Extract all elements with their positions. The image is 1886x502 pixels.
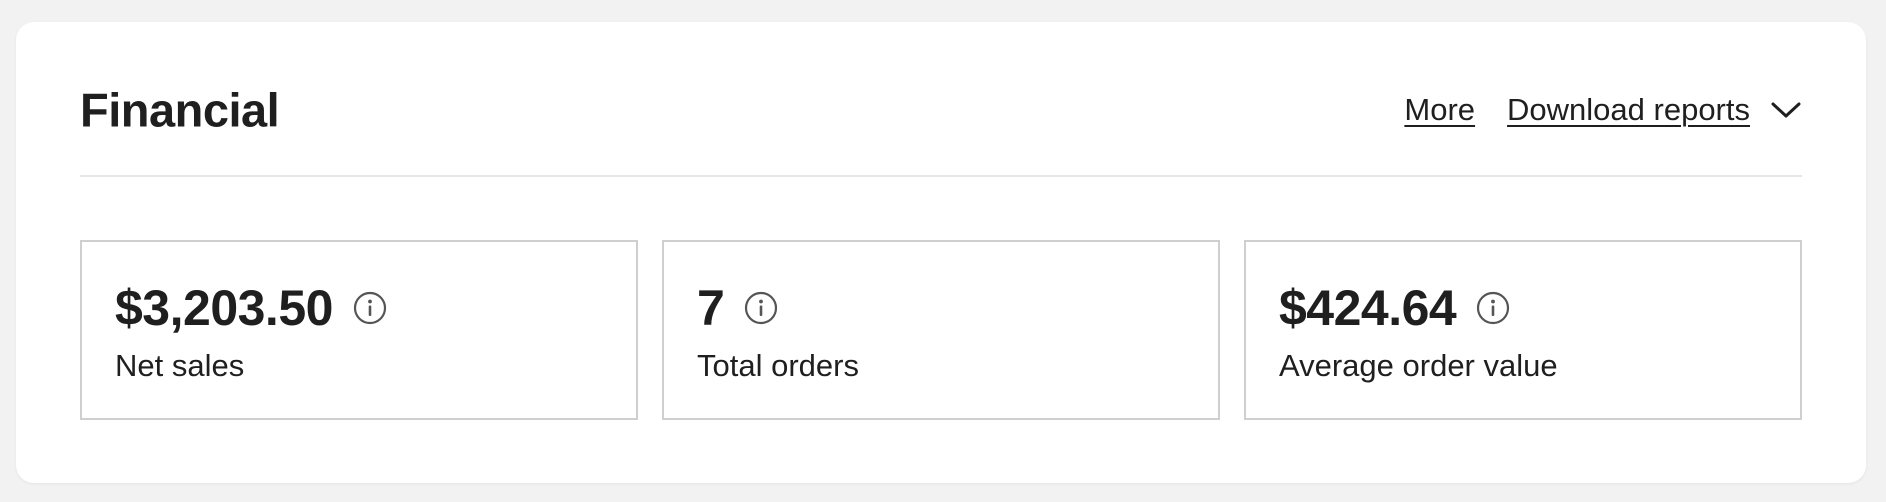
info-icon[interactable] xyxy=(744,291,778,325)
info-icon[interactable] xyxy=(353,291,387,325)
metric-label: Net sales xyxy=(115,348,245,383)
metric-value: $3,203.50 xyxy=(115,280,333,336)
metric-value: $424.64 xyxy=(1279,280,1457,336)
chevron-down-icon[interactable] xyxy=(1770,94,1802,126)
metric-value-row: $424.64 xyxy=(1279,280,1768,336)
metric-total-orders: 7 Total orders xyxy=(662,240,1220,420)
download-reports-dropdown[interactable]: Download reports xyxy=(1507,92,1802,128)
metric-average-order-value: $424.64 Average order value xyxy=(1244,240,1802,420)
info-icon[interactable] xyxy=(1476,291,1510,325)
metric-value: 7 xyxy=(697,280,725,336)
metrics-row: $3,203.50 Net sales 7 Total orders $424.… xyxy=(80,240,1802,420)
metric-net-sales: $3,203.50 Net sales xyxy=(80,240,638,420)
card-title: Financial xyxy=(80,83,280,137)
header-actions: More Download reports xyxy=(1404,92,1802,128)
financial-card: Financial More Download reports $3,203.5… xyxy=(16,22,1866,483)
metric-value-row: 7 xyxy=(697,280,1186,336)
metric-label: Total orders xyxy=(697,348,859,383)
metric-value-row: $3,203.50 xyxy=(115,280,604,336)
download-reports-link[interactable]: Download reports xyxy=(1507,92,1750,128)
metric-label: Average order value xyxy=(1279,348,1558,383)
card-header: Financial More Download reports xyxy=(80,22,1802,177)
more-link[interactable]: More xyxy=(1404,92,1475,128)
